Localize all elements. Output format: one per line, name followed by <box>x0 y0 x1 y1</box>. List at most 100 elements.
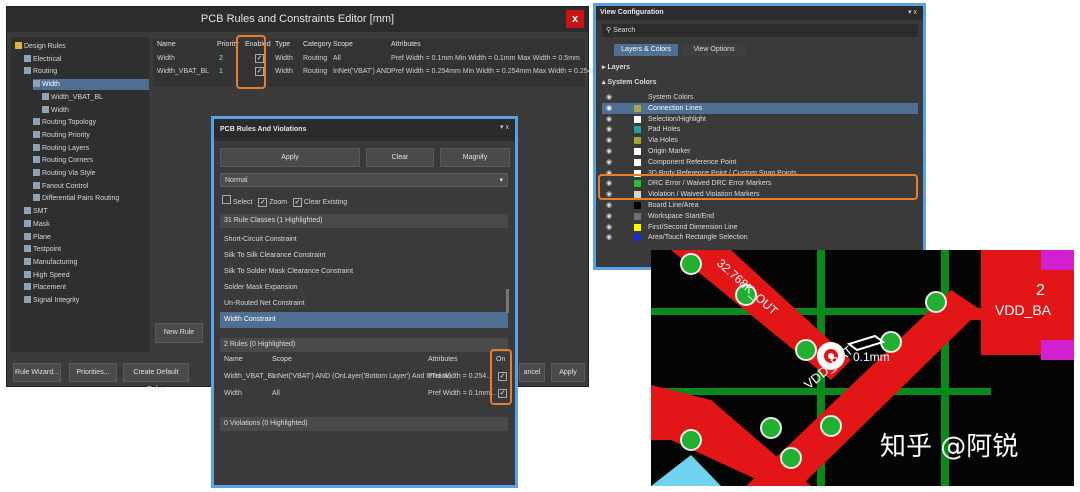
color-swatch[interactable] <box>634 158 641 166</box>
system-color-item[interactable]: ◉ Area/Touch Rectangle Selection <box>602 232 918 243</box>
system-color-item[interactable]: ◉ Via Holes <box>602 135 918 146</box>
eye-icon[interactable]: ◉ <box>606 200 612 211</box>
rule-class-item[interactable]: Solder Mask Expansion <box>220 280 508 296</box>
col-name[interactable]: Name <box>224 356 243 363</box>
rules-grid[interactable]: Name Priority Enabled Type Category Scop… <box>153 39 603 87</box>
color-swatch[interactable] <box>634 104 641 112</box>
system-color-item[interactable]: ◉ System Colors <box>602 92 918 103</box>
col-type[interactable]: Type <box>275 39 290 51</box>
tree-item[interactable]: Signal Integrity <box>24 295 79 306</box>
system-color-item[interactable]: ◉ Board Line/Area <box>602 200 918 211</box>
scrollbar[interactable] <box>506 289 509 313</box>
eye-icon[interactable]: ◉ <box>606 103 612 114</box>
tree-item[interactable]: Differential Pairs Routing <box>33 193 119 204</box>
rule-class-item[interactable]: Un-Routed Net Constraint <box>220 296 508 312</box>
tree-item[interactable]: Routing Layers <box>33 143 89 154</box>
clear-button[interactable]: Clear <box>366 148 434 167</box>
close-button[interactable]: x <box>566 10 584 28</box>
system-color-item[interactable]: ◉ Workspace Start/End <box>602 211 918 222</box>
row2-name[interactable]: Width_VBAT_BL <box>157 66 209 77</box>
eye-icon[interactable]: ◉ <box>606 135 612 146</box>
system-colors-section[interactable]: ▴ System Colors <box>602 78 657 86</box>
tree-item[interactable]: SMT <box>24 206 48 217</box>
system-color-item[interactable]: ◉ Origin Marker <box>602 146 918 157</box>
mode-dropdown[interactable]: Normal ▾ <box>220 173 508 187</box>
tree-item[interactable]: Routing <box>24 66 57 77</box>
col-attributes[interactable]: Attributes <box>391 39 421 51</box>
eye-icon[interactable]: ◉ <box>606 232 612 243</box>
panel-menu-close-icon[interactable]: ▾ x <box>500 123 509 131</box>
system-color-item[interactable]: ◉ Component Reference Point <box>602 157 918 168</box>
search-icon: ⚲ <box>606 27 612 34</box>
tree-item[interactable]: Mask <box>24 219 50 230</box>
tree-item[interactable]: Routing Corners <box>33 155 93 166</box>
rule-class-item[interactable]: Short-Circuit Constraint <box>220 232 508 248</box>
tab-layers-colors[interactable]: Layers & Colors <box>614 44 678 56</box>
color-swatch[interactable] <box>634 126 641 134</box>
tree-item[interactable]: Plane <box>24 232 51 243</box>
magnify-button[interactable]: Magnify <box>440 148 510 167</box>
apply-button[interactable]: Apply <box>220 148 360 167</box>
eye-icon[interactable]: ◉ <box>606 114 612 125</box>
rule-icon <box>33 130 40 138</box>
col-category[interactable]: Category <box>303 39 331 51</box>
color-swatch[interactable] <box>634 234 641 242</box>
col-scope[interactable]: Scope <box>333 39 353 51</box>
rule-row-name[interactable]: Width <box>224 390 242 397</box>
col-name[interactable]: Name <box>157 39 176 51</box>
eye-icon[interactable]: ◉ <box>606 146 612 157</box>
rule-class-item[interactable]: Silk To Solder Mask Clearance Constraint <box>220 264 508 280</box>
system-color-label: Selection/Highlight <box>648 115 706 123</box>
select-checkbox[interactable] <box>222 195 231 204</box>
apply-button[interactable]: Apply <box>551 363 585 382</box>
panel-menu-close-icon[interactable]: ▾ x <box>908 8 917 16</box>
eye-icon[interactable]: ◉ <box>606 222 612 233</box>
eye-icon[interactable]: ◉ <box>606 157 612 168</box>
rule-class-item-selected[interactable]: Width Constraint <box>220 312 508 328</box>
create-default-rules-button[interactable]: Create Default Rules <box>123 363 189 393</box>
new-rule-button[interactable]: New Rule <box>155 323 203 343</box>
tree-item[interactable]: Manufacturing <box>24 257 77 268</box>
rule-row-name[interactable]: Width_VBAT_BL <box>224 373 276 380</box>
color-swatch[interactable] <box>634 115 641 123</box>
tree-item[interactable]: Electrical <box>24 54 61 65</box>
system-color-item[interactable]: ◉ Selection/Highlight <box>602 114 918 125</box>
tab-view-options[interactable]: View Options <box>682 44 746 56</box>
rule-icon <box>42 92 49 100</box>
layers-section[interactable]: ▸ Layers <box>602 63 630 71</box>
color-swatch[interactable] <box>634 212 641 220</box>
row1-name[interactable]: Width <box>157 53 175 64</box>
tree-item[interactable]: Width <box>42 105 69 116</box>
color-swatch[interactable] <box>634 94 641 101</box>
tree-item[interactable]: Routing Via Style <box>33 168 96 179</box>
rule-tree[interactable]: Design Rules Electrical Routing Width Width_… <box>11 37 149 352</box>
zoom-checkbox[interactable]: ✓ <box>258 198 268 207</box>
tree-item[interactable]: Placement <box>24 282 66 293</box>
tree-item[interactable]: Width_VBAT_BL <box>42 92 103 103</box>
eye-icon[interactable]: ◉ <box>606 124 612 135</box>
color-swatch[interactable] <box>634 202 641 209</box>
system-color-item[interactable]: ◉ First/Second Dimension Line <box>602 222 918 233</box>
tree-item[interactable]: Routing Topology <box>33 117 96 128</box>
rule-class-item[interactable]: Silk To Silk Clearance Constraint <box>220 248 508 264</box>
search-input[interactable]: ⚲ Search <box>602 24 918 37</box>
color-swatch[interactable] <box>634 148 641 155</box>
priorities-button[interactable]: Priorities... <box>69 363 117 382</box>
eye-icon[interactable]: ◉ <box>606 92 612 103</box>
system-color-item[interactable]: ◉ Pad Holes <box>602 124 918 135</box>
col-scope[interactable]: Scope <box>272 356 292 363</box>
col-attributes[interactable]: Attributes <box>428 356 458 363</box>
eye-icon[interactable]: ◉ <box>606 211 612 222</box>
color-swatch[interactable] <box>634 223 641 231</box>
tree-item[interactable]: High Speed <box>24 270 70 281</box>
tree-item[interactable]: Width <box>33 79 149 91</box>
cancel-button[interactable]: ancel <box>519 363 545 382</box>
tree-item[interactable]: Routing Priority <box>33 130 90 141</box>
clear-existing-checkbox[interactable]: ✓ <box>292 198 302 207</box>
rule-wizard-button[interactable]: Rule Wizard... <box>13 363 61 382</box>
tree-item[interactable]: Testpoint <box>24 244 61 255</box>
tree-item[interactable]: Design Rules <box>15 41 66 52</box>
system-color-item[interactable]: ◉ Connection Lines <box>602 102 918 114</box>
color-swatch[interactable] <box>634 137 641 145</box>
tree-item[interactable]: Fanout Control <box>33 181 88 192</box>
